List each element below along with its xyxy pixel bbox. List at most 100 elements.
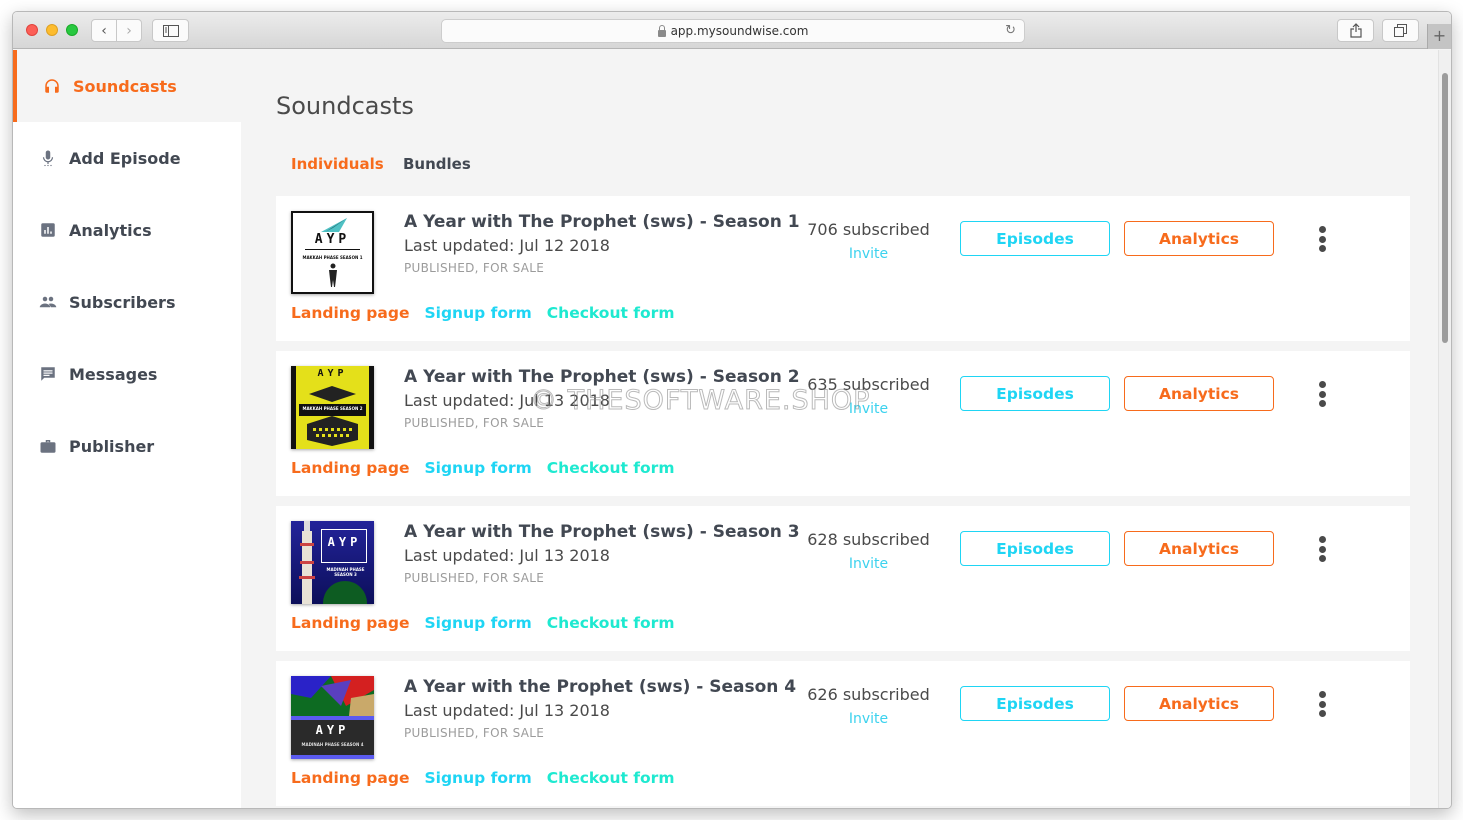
- kebab-dot: [1318, 390, 1326, 398]
- sidebar: Soundcasts Add Episode Analytics Subscri…: [13, 50, 241, 808]
- subscriber-count: 635 subscribed: [807, 375, 930, 394]
- kebab-dot: [1318, 226, 1326, 233]
- status-badge: PUBLISHED, FOR SALE: [404, 726, 545, 740]
- tabs-overview-button[interactable]: [1382, 19, 1419, 42]
- soundcast-title[interactable]: A Year with The Prophet (sws) - Season 3: [404, 522, 800, 542]
- episodes-button[interactable]: Episodes: [960, 376, 1110, 411]
- signup-form-link[interactable]: Signup form: [424, 459, 531, 477]
- tabs-overview-icon: [1394, 24, 1407, 37]
- cover-title: AYP: [327, 535, 362, 549]
- vertical-scrollbar[interactable]: [1438, 50, 1451, 808]
- sidebar-item-label: Messages: [69, 364, 158, 384]
- analytics-button[interactable]: Analytics: [1124, 686, 1274, 721]
- landing-page-link[interactable]: Landing page: [291, 614, 409, 632]
- url-text: app.mysoundwise.com: [670, 24, 809, 38]
- kebab-dot: [1318, 700, 1326, 708]
- episodes-button[interactable]: Episodes: [960, 221, 1110, 256]
- subscriber-count: 628 subscribed: [807, 530, 930, 549]
- invite-link[interactable]: Invite: [796, 401, 941, 417]
- signup-form-link[interactable]: Signup form: [424, 614, 531, 632]
- status-badge: PUBLISHED, FOR SALE: [404, 571, 545, 585]
- sidebar-item-publisher[interactable]: Publisher: [13, 410, 241, 482]
- cover-title: AYP: [315, 723, 350, 737]
- kebab-dot: [1318, 381, 1326, 388]
- soundcast-title[interactable]: A Year with The Prophet (sws) - Season 1: [404, 212, 800, 232]
- kebab-dot: [1318, 235, 1326, 243]
- landing-page-link[interactable]: Landing page: [291, 459, 409, 477]
- sidebar-item-soundcasts[interactable]: Soundcasts: [13, 50, 241, 122]
- invite-link[interactable]: Invite: [796, 246, 941, 262]
- close-window-button[interactable]: [26, 24, 38, 36]
- analytics-button[interactable]: Analytics: [1124, 531, 1274, 566]
- scrollbar-thumb[interactable]: [1442, 73, 1448, 343]
- landing-page-link[interactable]: Landing page: [291, 304, 409, 322]
- minimize-window-button[interactable]: [46, 24, 58, 36]
- more-options-button[interactable]: [1316, 536, 1328, 562]
- soundcast-cover-image[interactable]: AYP MAKKAH PHASE SEASON 1: [291, 211, 374, 294]
- sidebar-toggle-button[interactable]: [152, 19, 189, 42]
- kebab-dot: [1318, 400, 1326, 407]
- more-options-button[interactable]: [1316, 226, 1328, 252]
- episodes-button[interactable]: Episodes: [960, 686, 1110, 721]
- chevron-right-icon: ›: [126, 22, 132, 39]
- soundcast-cover-image[interactable]: AYP MADINAH PHASE SEASON 4: [291, 676, 374, 759]
- sidebar-item-analytics[interactable]: Analytics: [13, 194, 241, 266]
- sidebar-item-messages[interactable]: Messages: [13, 338, 241, 410]
- headphones-icon: [43, 77, 61, 95]
- checkout-form-link[interactable]: Checkout form: [547, 614, 675, 632]
- checkout-form-link[interactable]: Checkout form: [547, 459, 675, 477]
- people-icon: [39, 293, 57, 311]
- new-tab-button[interactable]: +: [1427, 24, 1451, 49]
- cover-subtitle: MAKKAH PHASE SEASON 2: [302, 406, 363, 411]
- checkout-form-link[interactable]: Checkout form: [547, 304, 675, 322]
- last-updated: Last updated: Jul 13 2018: [404, 701, 610, 720]
- lock-icon: [657, 24, 666, 37]
- plus-icon: +: [1432, 26, 1447, 45]
- soundcast-card: AYP MAKKAH PHASE SEASON 2 A Year with Th…: [276, 351, 1410, 496]
- invite-link[interactable]: Invite: [796, 711, 941, 727]
- maximize-window-button[interactable]: [66, 24, 78, 36]
- tab-bundles[interactable]: Bundles: [403, 155, 471, 173]
- kebab-dot: [1318, 536, 1326, 543]
- sidebar-item-add-episode[interactable]: Add Episode: [13, 122, 241, 194]
- soundcast-links: Landing page Signup form Checkout form: [291, 614, 674, 632]
- subscriber-count: 626 subscribed: [807, 685, 930, 704]
- sidebar-item-label: Subscribers: [69, 292, 176, 312]
- sidebar-item-subscribers[interactable]: Subscribers: [13, 266, 241, 338]
- browser-window: ‹ › app.mysoundwise.com ↻ + Soundcasts A…: [12, 11, 1452, 809]
- invite-link[interactable]: Invite: [796, 556, 941, 572]
- kebab-dot: [1318, 555, 1326, 562]
- sidebar-item-label: Analytics: [69, 220, 152, 240]
- soundcast-card: AYP MADINAH PHASE SEASON 3 A Year with T…: [276, 506, 1410, 651]
- status-badge: PUBLISHED, FOR SALE: [404, 416, 545, 430]
- address-bar[interactable]: app.mysoundwise.com ↻: [441, 19, 1025, 43]
- chevron-left-icon: ‹: [101, 22, 107, 39]
- analytics-button[interactable]: Analytics: [1124, 376, 1274, 411]
- cover-subtitle: MADINAH PHASE SEASON 4: [301, 742, 364, 747]
- tab-individuals[interactable]: Individuals: [291, 155, 384, 173]
- soundcast-cover-image[interactable]: AYP MAKKAH PHASE SEASON 2: [291, 366, 374, 449]
- more-options-button[interactable]: [1316, 691, 1328, 717]
- signup-form-link[interactable]: Signup form: [424, 304, 531, 322]
- soundcast-title[interactable]: A Year with The Prophet (sws) - Season 2: [404, 367, 800, 387]
- signup-form-link[interactable]: Signup form: [424, 769, 531, 787]
- message-icon: [39, 365, 57, 383]
- back-button[interactable]: ‹: [91, 19, 117, 42]
- sidebar-item-label: Publisher: [69, 436, 155, 456]
- sidebar-item-label: Soundcasts: [73, 76, 177, 96]
- soundcast-title[interactable]: A Year with the Prophet (sws) - Season 4: [404, 677, 796, 697]
- briefcase-icon: [39, 437, 57, 455]
- reload-icon[interactable]: ↻: [1005, 23, 1016, 38]
- share-button[interactable]: [1337, 19, 1374, 42]
- kebab-dot: [1318, 545, 1326, 553]
- landing-page-link[interactable]: Landing page: [291, 769, 409, 787]
- analytics-button[interactable]: Analytics: [1124, 221, 1274, 256]
- forward-button[interactable]: ›: [116, 19, 142, 42]
- cover-title: AYP: [314, 232, 351, 247]
- checkout-form-link[interactable]: Checkout form: [547, 769, 675, 787]
- soundcast-links: Landing page Signup form Checkout form: [291, 769, 674, 787]
- soundcast-cover-image[interactable]: AYP MADINAH PHASE SEASON 3: [291, 521, 374, 604]
- more-options-button[interactable]: [1316, 381, 1328, 407]
- episodes-button[interactable]: Episodes: [960, 531, 1110, 566]
- kebab-dot: [1318, 245, 1326, 252]
